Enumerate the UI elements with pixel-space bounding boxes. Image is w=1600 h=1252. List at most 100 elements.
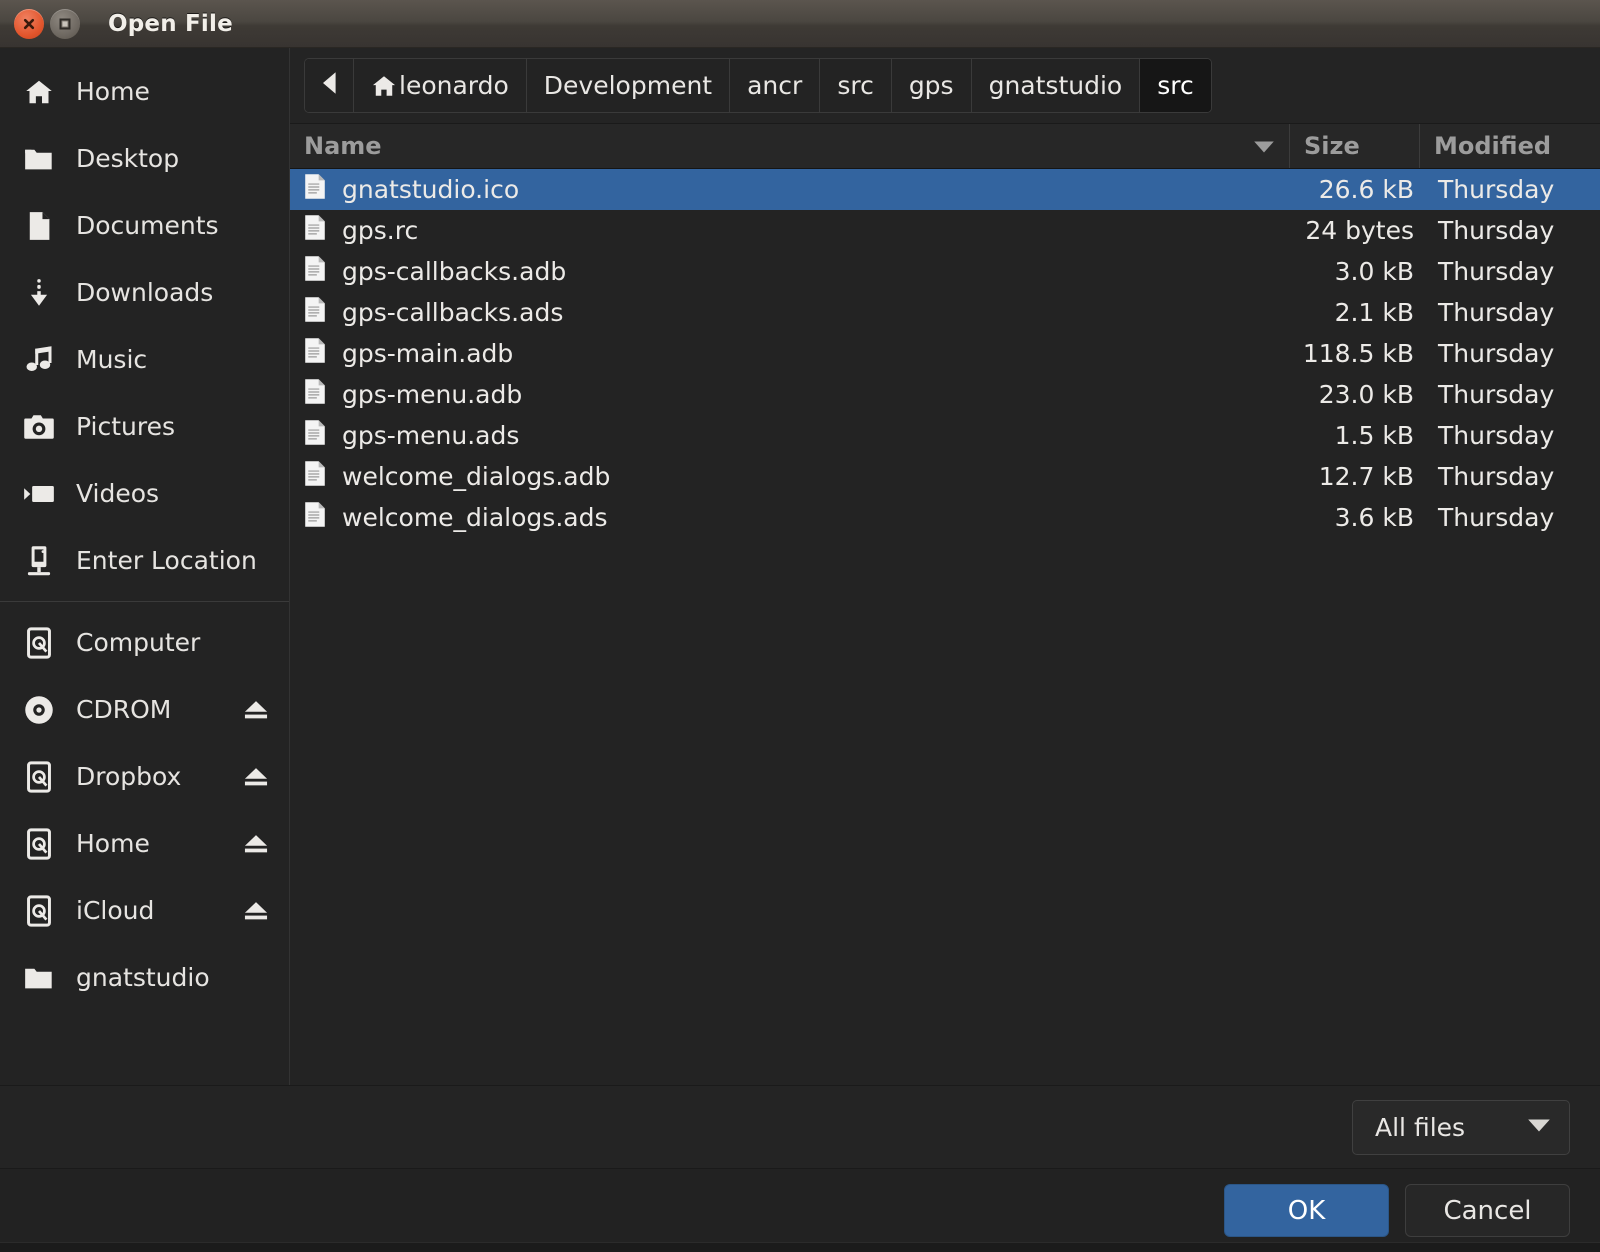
filter-selected-label: All files <box>1375 1112 1466 1142</box>
file-icon <box>304 419 326 452</box>
sidebar-item-documents[interactable]: Documents <box>0 192 289 259</box>
column-header-size[interactable]: Size <box>1290 124 1420 168</box>
sidebar-item-gnatstudio[interactable]: gnatstudio <box>0 944 289 1011</box>
open-file-dialog: Open File Home Desktop Documents Downloa… <box>0 0 1600 1252</box>
drive-icon <box>20 894 58 927</box>
breadcrumb-item-gps[interactable]: gps <box>891 59 972 112</box>
sidebar-item-label: Music <box>76 345 148 374</box>
file-name: gnatstudio.ico <box>342 175 520 204</box>
cancel-button-label: Cancel <box>1443 1195 1532 1226</box>
sidebar-separator <box>0 601 289 602</box>
sidebar-item-videos[interactable]: Videos <box>0 460 289 527</box>
breadcrumb-label: gps <box>908 71 954 100</box>
table-row[interactable]: gps-menu.adb 23.0 kB Thursday <box>290 374 1600 415</box>
eject-icon[interactable] <box>239 834 273 854</box>
file-modified: Thursday <box>1438 380 1555 409</box>
eject-icon[interactable] <box>239 901 273 921</box>
music-note-icon <box>20 345 58 374</box>
sidebar-item-label: Home <box>76 829 150 858</box>
back-arrow-icon <box>321 71 337 101</box>
sidebar-item-home-drive[interactable]: Home <box>0 810 289 877</box>
table-row[interactable]: gnatstudio.ico 26.6 kB Thursday <box>290 169 1600 210</box>
cancel-button[interactable]: Cancel <box>1405 1184 1570 1237</box>
file-modified: Thursday <box>1438 298 1555 327</box>
file-name: gps.rc <box>342 216 419 245</box>
column-header-modified[interactable]: Modified <box>1420 124 1600 168</box>
sidebar-item-label: gnatstudio <box>76 963 210 992</box>
sidebar-item-label: Documents <box>76 211 219 240</box>
desktop-taskbar <box>0 1242 1600 1252</box>
sidebar-item-label: Computer <box>76 628 201 657</box>
drive-icon <box>20 626 58 659</box>
table-row[interactable]: welcome_dialogs.ads 3.6 kB Thursday <box>290 497 1600 538</box>
sidebar-item-label: CDROM <box>76 695 172 724</box>
sidebar-item-dropbox[interactable]: Dropbox <box>0 743 289 810</box>
breadcrumb-label: Development <box>543 71 713 100</box>
table-row[interactable]: gps.rc 24 bytes Thursday <box>290 210 1600 251</box>
file-icon <box>304 214 326 247</box>
file-name: gps-callbacks.adb <box>342 257 567 286</box>
enter-location-icon <box>20 545 58 577</box>
breadcrumb-item-development[interactable]: Development <box>526 59 731 112</box>
file-modified: Thursday <box>1438 216 1555 245</box>
sidebar-item-music[interactable]: Music <box>0 326 289 393</box>
ok-button[interactable]: OK <box>1224 1184 1389 1237</box>
column-header-name[interactable]: Name <box>290 124 1290 168</box>
breadcrumb-item-src-current[interactable]: src <box>1140 59 1211 112</box>
maximize-icon[interactable] <box>50 8 80 39</box>
file-modified: Thursday <box>1438 503 1555 532</box>
sidebar-item-computer[interactable]: Computer <box>0 609 289 676</box>
places-top-group: Home Desktop Documents Downloads Music P… <box>0 58 289 594</box>
sidebar-item-icloud[interactable]: iCloud <box>0 877 289 944</box>
file-list-rows[interactable]: gnatstudio.ico 26.6 kB Thursday gps.rc 2… <box>290 169 1600 1085</box>
breadcrumb-back-button[interactable] <box>305 59 354 112</box>
file-size: 118.5 kB <box>1302 339 1414 368</box>
table-row[interactable]: gps-menu.ads 1.5 kB Thursday <box>290 415 1600 456</box>
sidebar-item-home[interactable]: Home <box>0 58 289 125</box>
file-modified: Thursday <box>1438 462 1555 491</box>
chevron-down-icon <box>1527 1118 1551 1137</box>
sidebar-item-downloads[interactable]: Downloads <box>0 259 289 326</box>
breadcrumb-label: src <box>837 71 874 100</box>
eject-icon[interactable] <box>239 700 273 720</box>
column-header-label: Size <box>1304 132 1360 160</box>
window-title: Open File <box>108 10 233 37</box>
file-icon <box>304 173 326 206</box>
camera-icon <box>20 414 58 440</box>
file-modified: Thursday <box>1438 339 1555 368</box>
sidebar-item-enter-location[interactable]: Enter Location <box>0 527 289 594</box>
sidebar-item-label: Desktop <box>76 144 180 173</box>
breadcrumb-item-src[interactable]: src <box>820 59 892 112</box>
file-size: 2.1 kB <box>1334 298 1414 327</box>
eject-icon[interactable] <box>239 767 273 787</box>
file-name: gps-main.adb <box>342 339 514 368</box>
file-list-header: Name Size Modified <box>290 124 1600 169</box>
sidebar-item-pictures[interactable]: Pictures <box>0 393 289 460</box>
sidebar-item-label: Videos <box>76 479 160 508</box>
table-row[interactable]: welcome_dialogs.adb 12.7 kB Thursday <box>290 456 1600 497</box>
file-size: 24 bytes <box>1305 216 1414 245</box>
column-header-label: Name <box>304 132 382 160</box>
file-name: gps-menu.adb <box>342 380 523 409</box>
ok-button-label: OK <box>1287 1195 1326 1226</box>
breadcrumb-label: leonardo <box>399 71 509 100</box>
sidebar-item-desktop[interactable]: Desktop <box>0 125 289 192</box>
breadcrumb-item-gnatstudio[interactable]: gnatstudio <box>971 59 1141 112</box>
pathbar-container: leonardo Development ancr src gps gnatst… <box>290 48 1600 123</box>
breadcrumb-item-ancr[interactable]: ancr <box>730 59 821 112</box>
file-modified: Thursday <box>1438 257 1555 286</box>
file-icon <box>304 255 326 288</box>
table-row[interactable]: gps-main.adb 118.5 kB Thursday <box>290 333 1600 374</box>
file-size: 3.6 kB <box>1334 503 1414 532</box>
close-icon[interactable] <box>14 8 44 39</box>
file-size: 3.0 kB <box>1334 257 1414 286</box>
table-row[interactable]: gps-callbacks.ads 2.1 kB Thursday <box>290 292 1600 333</box>
breadcrumb-item-leonardo[interactable]: leonardo <box>354 59 527 112</box>
file-type-filter-dropdown[interactable]: All files <box>1352 1099 1570 1155</box>
table-row[interactable]: gps-callbacks.adb 3.0 kB Thursday <box>290 251 1600 292</box>
file-name: gps-menu.ads <box>342 421 520 450</box>
file-icon <box>304 460 326 493</box>
sidebar-item-cdrom[interactable]: CDROM <box>0 676 289 743</box>
home-icon <box>20 77 58 107</box>
sidebar-item-label: iCloud <box>76 896 155 925</box>
